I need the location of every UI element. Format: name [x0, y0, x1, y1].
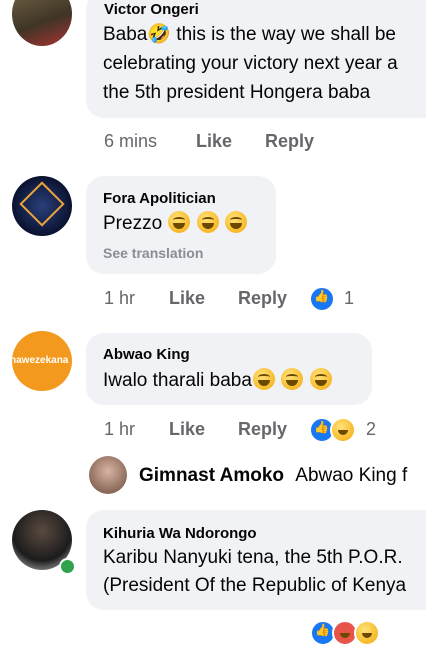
reply-preview[interactable]: Gimnast Amoko Abwao King f [139, 465, 407, 487]
comment-author[interactable]: Victor Ongeri [104, 1, 199, 18]
comment-text-line: celebrating your victory next year a [103, 53, 398, 74]
comment-bubble[interactable]: Kihuria Wa Ndorongo Karibu Nanyuki tena,… [86, 510, 426, 610]
grinning-sweat-emoji [252, 368, 275, 390]
reply-text: Abwao King f [295, 465, 408, 486]
like-button[interactable]: Like [169, 288, 205, 309]
reply-author[interactable]: Gimnast Amoko [139, 465, 284, 486]
grinning-sweat-emoji [224, 211, 247, 233]
comment-author[interactable]: Abwao King [103, 346, 190, 363]
grinning-sweat-emoji [281, 368, 304, 390]
grinning-sweat-emoji [168, 211, 191, 233]
avatar-victor-ongeri[interactable] [12, 0, 72, 46]
comment-text-line: (President Of the Republic of Kenya [103, 575, 407, 596]
comment-text: Iwalo tharali baba [103, 366, 332, 395]
see-translation-link[interactable]: See translation [103, 245, 203, 261]
haha-reaction-icon [354, 620, 380, 646]
avatar-logo-icon [19, 181, 65, 227]
grinning-sweat-emoji [309, 368, 332, 390]
haha-reaction-icon[interactable] [330, 417, 356, 443]
avatar-gimnast-amoko[interactable] [89, 456, 127, 494]
like-button[interactable]: Like [196, 131, 232, 152]
reply-button[interactable]: Reply [265, 131, 314, 152]
reply-button[interactable]: Reply [238, 419, 287, 440]
avatar-abwao-king[interactable]: nawezekana [12, 331, 72, 391]
comment-time: 1 hr [104, 288, 136, 308]
avatar-text: nawezekana [12, 355, 69, 366]
reaction-count[interactable]: 2 [366, 419, 376, 440]
comment-time: 1 hr [104, 419, 136, 439]
online-status-indicator [59, 558, 76, 575]
comment-text: Prezzo [103, 209, 247, 238]
comment-text-line: Baba🤣 this is the way we shall be [103, 24, 396, 45]
comment-text-line: Karibu Nanyuki tena, the 5th P.O.R. [103, 547, 403, 568]
comment-author[interactable]: Kihuria Wa Ndorongo [103, 525, 257, 542]
like-button[interactable]: Like [169, 419, 205, 440]
comment-author[interactable]: Fora Apolitician [103, 190, 216, 207]
grinning-sweat-emoji [196, 211, 219, 233]
comment-bubble[interactable]: Fora Apolitician Prezzo See translation [86, 176, 276, 274]
comment-text-line: the 5th president Hongera baba [103, 82, 371, 103]
avatar-fora-apolitician[interactable] [12, 176, 72, 236]
comment-bubble[interactable]: Abwao King Iwalo tharali baba [86, 333, 372, 405]
like-reaction-icon[interactable] [309, 286, 335, 312]
reply-button[interactable]: Reply [238, 288, 287, 309]
comment-bubble[interactable]: Victor Ongeri Baba🤣 this is the way we s… [86, 0, 426, 118]
reaction-count[interactable]: 1 [344, 288, 354, 309]
comment-time: 6 mins [104, 131, 158, 151]
